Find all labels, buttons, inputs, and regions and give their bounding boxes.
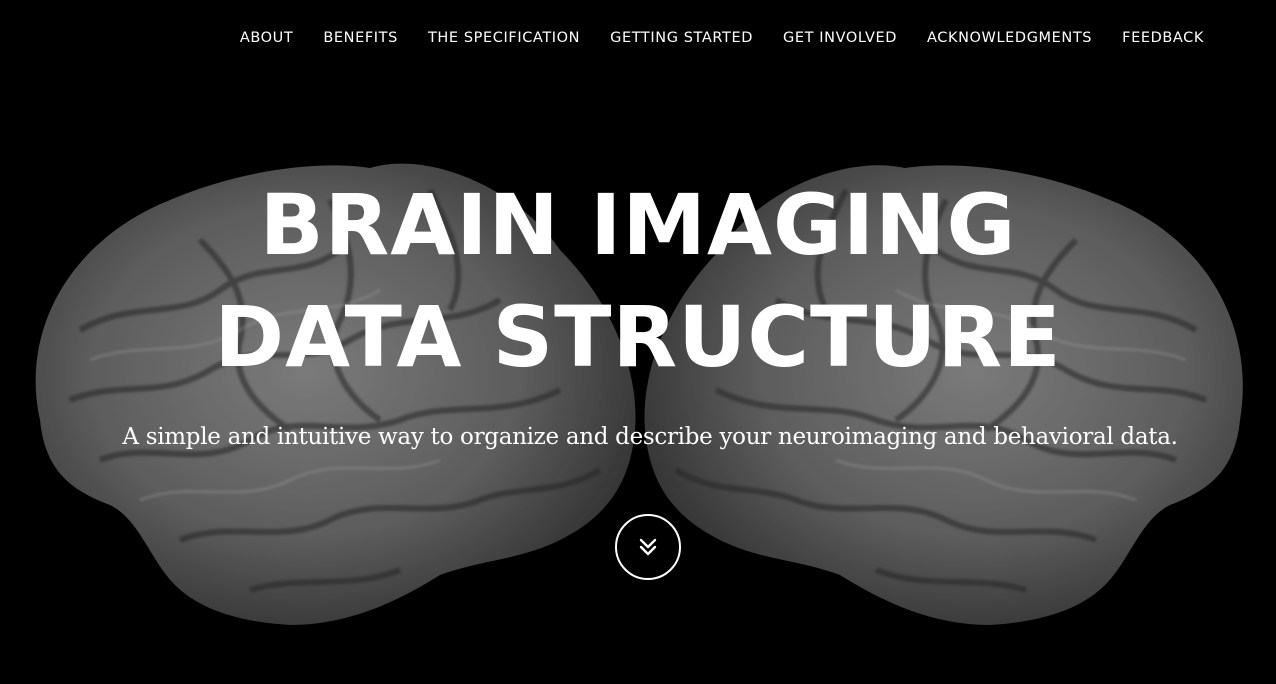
nav-benefits-link[interactable]: BENEFITS: [323, 30, 398, 46]
hero-subtitle: A simple and intuitive way to organize a…: [122, 424, 1178, 450]
nav-acknowledgments-link[interactable]: ACKNOWLEDGMENTS: [927, 30, 1092, 46]
page: ABOUT BENEFITS THE SPECIFICATION GETTING…: [0, 0, 1276, 684]
double-chevron-down-icon: [639, 538, 657, 556]
hero-title-line-1: BRAIN IMAGING: [259, 176, 1017, 274]
nav-about-link[interactable]: ABOUT: [240, 30, 294, 46]
nav-feedback-link[interactable]: FEEDBACK: [1122, 30, 1204, 46]
nav-get-involved-link[interactable]: GET INVOLVED: [783, 30, 897, 46]
top-navigation: ABOUT BENEFITS THE SPECIFICATION GETTING…: [210, 0, 1276, 76]
scroll-down-button[interactable]: [615, 514, 681, 580]
nav-specification-link[interactable]: THE SPECIFICATION: [428, 30, 580, 46]
nav-getting-started-link[interactable]: GETTING STARTED: [610, 30, 753, 46]
hero-title-line-2: DATA STRUCTURE: [214, 288, 1062, 386]
